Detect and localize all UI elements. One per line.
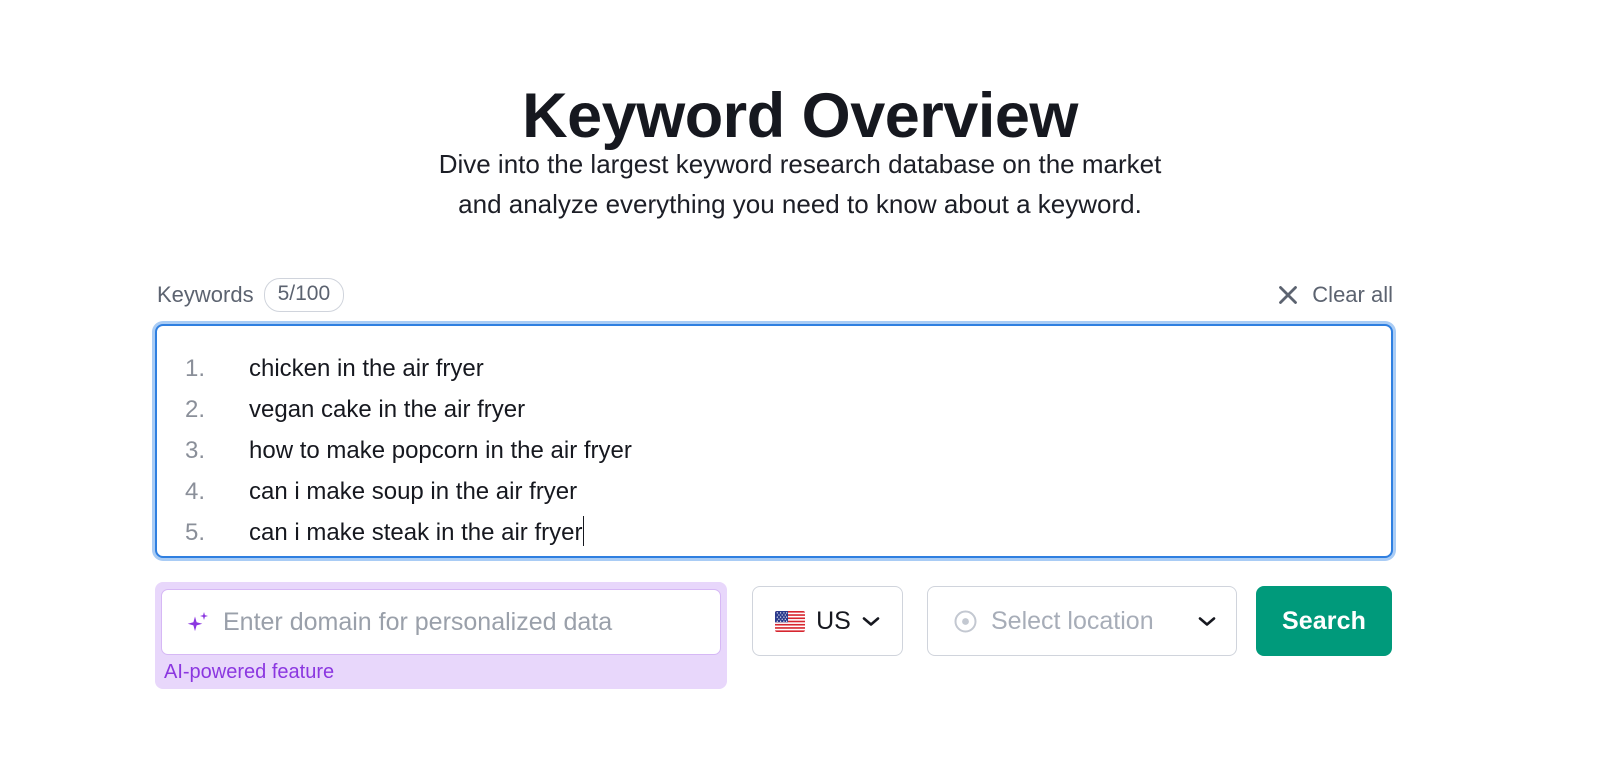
keywords-count-group: Keywords 5/100	[157, 278, 345, 312]
location-select[interactable]: Select location	[927, 586, 1237, 656]
keywords-meta-bar: Keywords 5/100 Clear all	[157, 278, 1393, 312]
ai-domain-field-wrapper: AI-powered feature	[155, 582, 727, 689]
close-x-icon	[1279, 286, 1298, 304]
page-title: Keyword Overview	[522, 81, 1078, 152]
keyword-row[interactable]: 1. chicken in the air fryer	[157, 348, 1391, 389]
domain-input-box[interactable]	[161, 589, 721, 655]
keyword-number: 3.	[185, 437, 206, 464]
clear-all-label: Clear all	[1312, 282, 1393, 307]
country-code-label: US	[816, 607, 851, 635]
location-placeholder-label: Select location	[991, 607, 1154, 635]
search-button[interactable]: Search	[1256, 586, 1392, 656]
page-subtitle-line-2: and analyze everything you need to know …	[458, 189, 1142, 219]
ai-powered-feature-note: AI-powered feature	[164, 661, 335, 683]
keyword-text: how to make popcorn in the air fryer	[249, 437, 632, 464]
keywords-textarea[interactable]: 1. chicken in the air fryer 2. vegan cak…	[155, 324, 1393, 558]
domain-input[interactable]	[223, 607, 703, 637]
keywords-label: Keywords	[157, 282, 254, 307]
ai-sparkle-icon	[187, 612, 208, 632]
keyword-number: 1.	[185, 355, 206, 382]
keyword-text: can i make steak in the air fryer	[249, 512, 585, 553]
us-flag-icon	[775, 610, 806, 632]
keyword-number: 5.	[185, 519, 206, 546]
page-subtitle-line-1: Dive into the largest keyword research d…	[438, 149, 1162, 179]
keyword-row[interactable]: 2. vegan cake in the air fryer	[157, 389, 1391, 430]
clear-all-button[interactable]: Clear all	[1277, 281, 1393, 309]
chevron-down-icon	[862, 616, 880, 626]
keyword-overview-page: Keyword Overview Dive into the largest k…	[0, 0, 1600, 759]
keyword-text: vegan cake in the air fryer	[249, 396, 526, 423]
chevron-down-icon	[1198, 616, 1216, 626]
keyword-text: chicken in the air fryer	[249, 355, 484, 382]
country-select[interactable]: US	[752, 586, 903, 656]
keyword-number: 4.	[185, 478, 206, 505]
keyword-row[interactable]: 3. how to make popcorn in the air fryer	[157, 430, 1391, 471]
keywords-counter-badge: 5/100	[263, 278, 345, 312]
keyword-row[interactable]: 4. can i make soup in the air fryer	[157, 471, 1391, 512]
page-subtitle: Dive into the largest keyword research d…	[0, 144, 1600, 224]
keyword-list: 1. chicken in the air fryer 2. vegan cak…	[157, 326, 1391, 553]
map-pin-icon	[954, 610, 977, 632]
keyword-number: 2.	[185, 396, 206, 423]
keyword-row[interactable]: 5. can i make steak in the air fryer	[157, 512, 1391, 553]
keyword-text: can i make soup in the air fryer	[249, 478, 578, 505]
